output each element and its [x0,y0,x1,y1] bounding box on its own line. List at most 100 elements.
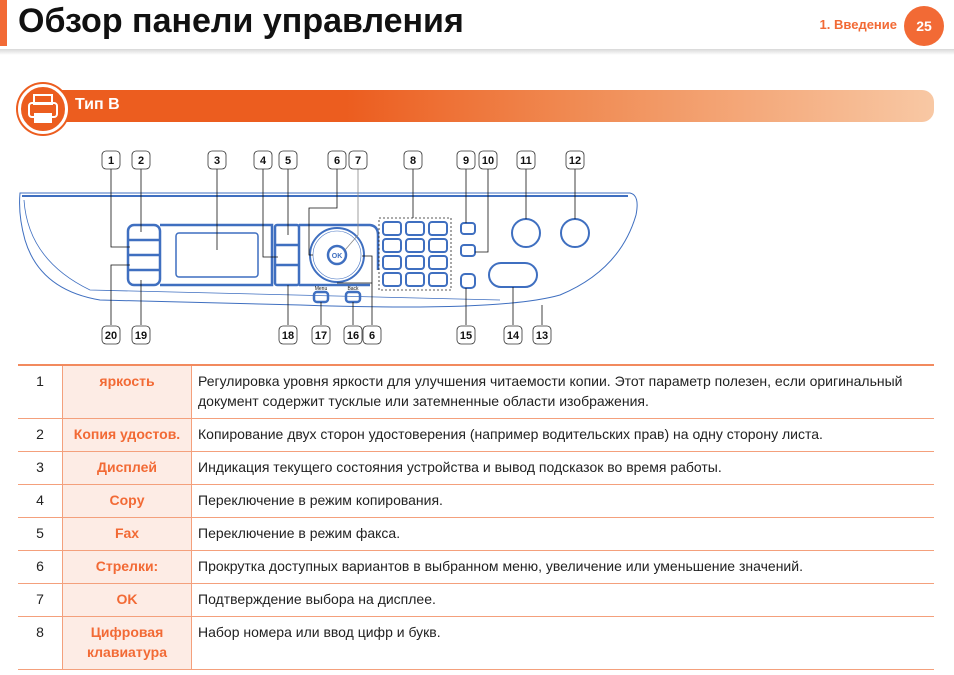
callout-badge: 20 [101,325,121,345]
row-number: 6 [18,550,63,584]
svg-text:14: 14 [507,330,520,342]
callout-badge: 14 [503,325,523,345]
keypad-key[interactable] [405,255,425,270]
table-row: 7 OK Подтверждение выбора на дисплее. [18,583,934,617]
callout-badge: 17 [311,325,331,345]
header-accent-bar [0,0,7,46]
button-name: Цифровая клавиатура [62,616,192,670]
button-description: Подтверждение выбора на дисплее. [191,583,934,617]
button-description: Прокрутка доступных вариантов в выбранно… [191,550,934,584]
chapter-link[interactable]: 1. Введение [820,17,897,32]
svg-text:12: 12 [569,155,581,167]
row-number: 7 [18,583,63,617]
printer-icon [18,84,68,134]
button-name: OK [62,583,192,617]
callout-badge: 16 [343,325,363,345]
table-row: 5 Fax Переключение в режим факса. [18,517,934,551]
section-banner [30,90,934,122]
svg-text:2: 2 [138,155,144,167]
row-number: 4 [18,484,63,518]
callout-badge: 3 [207,150,227,170]
svg-text:16: 16 [347,330,359,342]
button-name: Дисплей [62,451,192,485]
callout-badge: 10 [478,150,498,170]
table-row: 1 яркость Регулировка уровня яркости для у… [18,364,934,419]
svg-text:6: 6 [369,330,375,342]
keypad-key[interactable] [428,272,448,287]
svg-text:4: 4 [260,155,267,167]
back-button [344,290,362,304]
row-number: 3 [18,451,63,485]
button-description: Регулировка уровня яркости для улучшения… [191,364,934,419]
keypad-key[interactable] [428,255,448,270]
svg-text:11: 11 [520,155,532,167]
svg-text:10: 10 [482,155,494,167]
callout-badge: 5 [278,150,298,170]
keypad-key[interactable] [382,272,402,287]
callout-badge: 11 [516,150,536,170]
table-row: 3 Дисплей Индикация текущего состояния уст… [18,451,934,485]
callout-badge: 7 [348,150,368,170]
callout-badge: 6 [327,150,347,170]
svg-text:6: 6 [334,155,340,167]
button-12 [560,218,590,248]
callout-badge: 6 [362,325,382,345]
callout-badge: 8 [403,150,423,170]
button-14 [488,262,538,288]
svg-text:15: 15 [460,330,472,342]
button-15 [460,273,476,289]
button-name: Copy [62,484,192,518]
svg-text:7: 7 [355,155,361,167]
svg-text:18: 18 [282,330,294,342]
page-title: Обзор панели управления [18,2,464,40]
button-description: Индикация текущего состояния устройства … [191,451,934,485]
callout-badge: 18 [278,325,298,345]
keypad-key[interactable] [382,238,402,253]
svg-text:5: 5 [285,155,291,167]
svg-text:OK: OK [332,253,343,260]
callout-badge: 4 [253,150,273,170]
table-row: 4 Copy Переключение в режим копирования. [18,484,934,518]
keypad-key[interactable] [428,221,448,236]
button-10 [460,244,476,257]
keypad-key[interactable] [382,221,402,236]
row-number: 1 [18,364,63,419]
button-description: Переключение в режим факса. [191,517,934,551]
button-description: Набор номера или ввод цифр и букв. [191,616,934,670]
table-row: 2 Копия удостов. Копирование двух сторон у… [18,418,934,452]
svg-text:19: 19 [135,330,147,342]
keypad-key[interactable] [405,272,425,287]
button-name: Копия удостов. [62,418,192,452]
keypad-key[interactable] [382,255,402,270]
button-description: Копирование двух сторон удостоверения (н… [191,418,934,452]
page-number-badge: 25 [904,6,944,46]
button-name: яркость [62,364,192,419]
svg-text:Back: Back [347,286,359,292]
keypad-key[interactable] [405,238,425,253]
svg-text:13: 13 [536,330,548,342]
button-description: Переключение в режим копирования. [191,484,934,518]
svg-text:9: 9 [463,155,469,167]
svg-text:8: 8 [410,155,416,167]
callout-badge: 2 [131,150,151,170]
row-number: 8 [18,616,63,670]
button-description-table: 1 яркость Регулировка уровня яркости для у… [18,364,934,670]
keypad-key[interactable] [405,221,425,236]
callout-badge: 12 [565,150,585,170]
table-row: 6 Стрелки: Прокрутка доступных вариантов в… [18,550,934,584]
svg-text:3: 3 [214,155,220,167]
row-number: 5 [18,517,63,551]
svg-text:20: 20 [105,330,117,342]
menu-button [312,290,330,304]
numeric-keypad [378,217,452,291]
header-divider [0,49,954,55]
svg-text:17: 17 [315,330,327,342]
callout-badge: 9 [456,150,476,170]
section-title: Тип B [75,96,120,113]
button-9 [460,222,476,235]
keypad-key[interactable] [428,238,448,253]
svg-text:Menu: Menu [315,286,328,292]
callout-badge: 1 [101,150,121,170]
callout-badge: 15 [456,325,476,345]
callout-badge: 19 [131,325,151,345]
